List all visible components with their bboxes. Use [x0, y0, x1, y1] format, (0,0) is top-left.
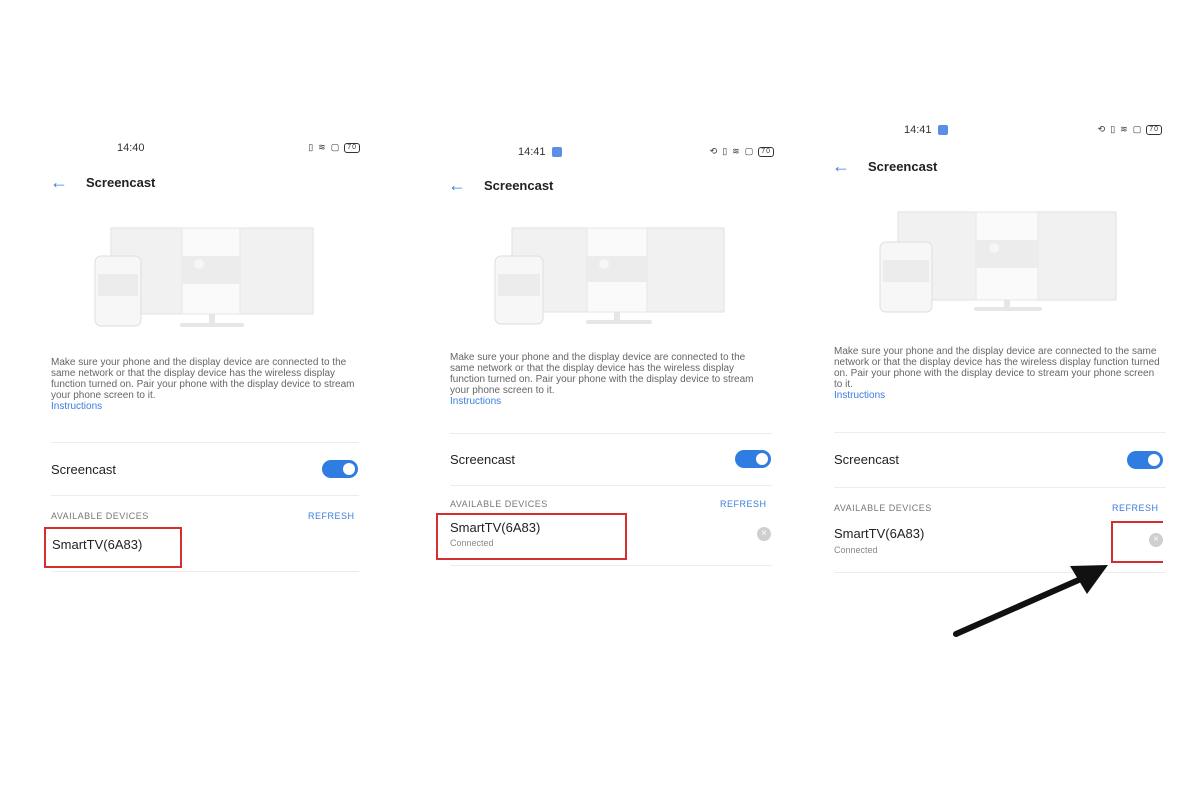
battery-icon: 70 [758, 146, 774, 157]
header: ← Screencast [50, 173, 155, 191]
description-body: Make sure your phone and the display dev… [834, 346, 1160, 390]
status-bar: 14:41 ⟲ ▯ ≋ ▢ 70 [448, 146, 778, 162]
available-devices-heading: AVAILABLE DEVICES [834, 503, 932, 513]
screencast-toggle-label: Screencast [450, 452, 516, 467]
screen-1: 14:40 ▯ ≋ ▢ 70 ← Screencast Make sure yo… [44, 0, 380, 700]
sim-icon: ▢ [744, 146, 755, 156]
highlight-box [1111, 521, 1163, 563]
vibrate-icon: ▯ [308, 142, 315, 152]
refresh-button[interactable]: REFRESH [1112, 503, 1159, 513]
status-time: 14:41 [904, 124, 932, 136]
device-name[interactable]: SmartTV(6A83) [834, 526, 924, 541]
screen-2: 14:41 ⟲ ▯ ≋ ▢ 70 ← Screencast Make sure … [436, 0, 778, 700]
divider [450, 433, 772, 434]
page-title: Screencast [86, 174, 156, 190]
available-devices-heading: AVAILABLE DEVICES [450, 499, 548, 509]
description-body: Make sure your phone and the display dev… [51, 357, 355, 401]
wifi-icon: ≋ [318, 142, 327, 152]
back-arrow-icon[interactable]: ← [448, 176, 466, 194]
disconnect-icon[interactable]: × [757, 527, 771, 541]
notification-icon [937, 125, 948, 135]
screencast-toggle[interactable] [735, 450, 771, 468]
highlight-box [44, 527, 182, 568]
page-title: Screencast [484, 177, 554, 193]
status-bar: 14:40 ▯ ≋ ▢ 70 [50, 142, 380, 158]
wifi-icon: ≋ [732, 146, 741, 156]
sim-icon: ▢ [1132, 124, 1143, 134]
status-bar: 14:41 ⟲ ▯ ≋ ▢ 70 [832, 124, 1162, 140]
screen-3: 14:41 ⟲ ▯ ≋ ▢ 70 ← Screencast Make sure … [832, 0, 1166, 700]
status-time: 14:40 [117, 142, 145, 154]
divider [834, 487, 1166, 488]
vibrate-icon: ▯ [722, 146, 729, 156]
screencast-toggle-label: Screencast [834, 452, 900, 467]
screencast-toggle[interactable] [1127, 451, 1163, 469]
divider [51, 571, 359, 572]
battery-icon: 70 [344, 142, 360, 153]
description-text: Make sure your phone and the display dev… [51, 357, 357, 412]
back-arrow-icon[interactable]: ← [50, 173, 68, 191]
header: ← Screencast [448, 176, 553, 194]
screencast-illustration [94, 227, 314, 327]
sync-icon: ⟲ [709, 146, 719, 156]
refresh-button[interactable]: REFRESH [720, 499, 767, 509]
instructions-link[interactable]: Instructions [450, 396, 756, 407]
sync-icon: ⟲ [1097, 124, 1107, 134]
instructions-link[interactable]: Instructions [834, 390, 1164, 401]
divider [51, 442, 359, 443]
available-devices-heading: AVAILABLE DEVICES [51, 511, 149, 521]
highlight-box [436, 513, 627, 560]
divider [450, 485, 772, 486]
status-time: 14:41 [518, 146, 546, 158]
status-icons: ⟲ ▯ ≋ ▢ 70 [1098, 124, 1162, 135]
device-status: Connected [834, 545, 878, 555]
instructions-link[interactable]: Instructions [51, 401, 357, 412]
sim-icon: ▢ [330, 142, 341, 152]
description-text: Make sure your phone and the display dev… [834, 346, 1164, 401]
refresh-button[interactable]: REFRESH [308, 511, 355, 521]
notification-icon [551, 147, 562, 157]
screencast-toggle-label: Screencast [51, 462, 117, 477]
screencast-illustration [879, 211, 1117, 313]
wifi-icon: ≋ [1120, 124, 1129, 134]
status-icons: ⟲ ▯ ≋ ▢ 70 [710, 146, 774, 157]
battery-icon: 70 [1146, 124, 1162, 135]
screencast-illustration [494, 227, 725, 325]
divider [834, 432, 1166, 433]
page-title: Screencast [868, 158, 938, 174]
back-arrow-icon[interactable]: ← [832, 157, 850, 175]
description-body: Make sure your phone and the display dev… [450, 352, 754, 396]
header: ← Screencast [832, 157, 937, 175]
status-icons: ▯ ≋ ▢ 70 [308, 142, 360, 153]
vibrate-icon: ▯ [1110, 124, 1117, 134]
divider [51, 495, 359, 496]
description-text: Make sure your phone and the display dev… [450, 352, 756, 407]
divider [450, 565, 772, 566]
divider [834, 572, 1166, 573]
screencast-toggle[interactable] [322, 460, 358, 478]
